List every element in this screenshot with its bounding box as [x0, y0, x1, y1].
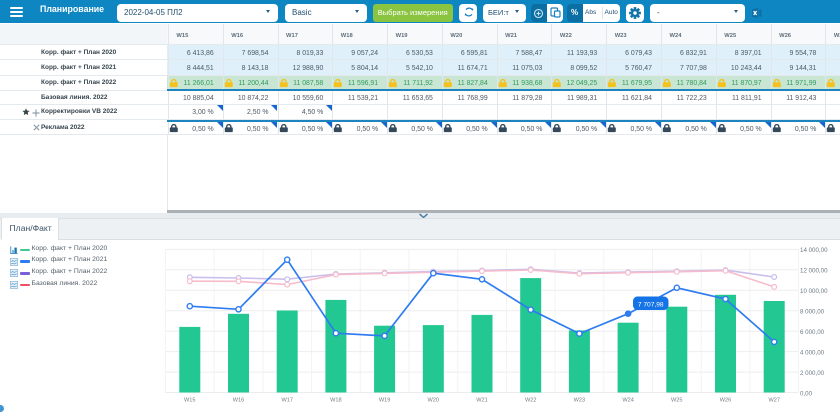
svg-text:W27: W27 — [768, 398, 780, 404]
svg-text:12 000,00: 12 000,00 — [800, 268, 828, 275]
svg-text:W25: W25 — [671, 398, 683, 404]
svg-text:W16: W16 — [233, 398, 245, 404]
svg-text:2 000,00: 2 000,00 — [800, 370, 825, 377]
svg-text:6 000,00: 6 000,00 — [800, 329, 825, 336]
svg-text:W15: W15 — [184, 398, 196, 404]
svg-text:W26: W26 — [720, 398, 732, 404]
svg-text:W18: W18 — [330, 398, 342, 404]
svg-text:W21: W21 — [476, 398, 488, 404]
svg-text:W17: W17 — [281, 398, 293, 404]
svg-text:4 000,00: 4 000,00 — [800, 349, 825, 356]
svg-text:W23: W23 — [574, 398, 586, 404]
svg-text:8 000,00: 8 000,00 — [800, 309, 825, 316]
svg-text:14 000,00: 14 000,00 — [800, 247, 828, 254]
svg-text:W20: W20 — [428, 398, 440, 404]
svg-text:7 707,98: 7 707,98 — [638, 301, 664, 308]
svg-text:W24: W24 — [622, 398, 634, 404]
svg-text:10 000,00: 10 000,00 — [800, 288, 828, 295]
svg-text:W19: W19 — [379, 398, 391, 404]
svg-text:W22: W22 — [525, 398, 537, 404]
svg-text:0,00: 0,00 — [800, 390, 813, 397]
